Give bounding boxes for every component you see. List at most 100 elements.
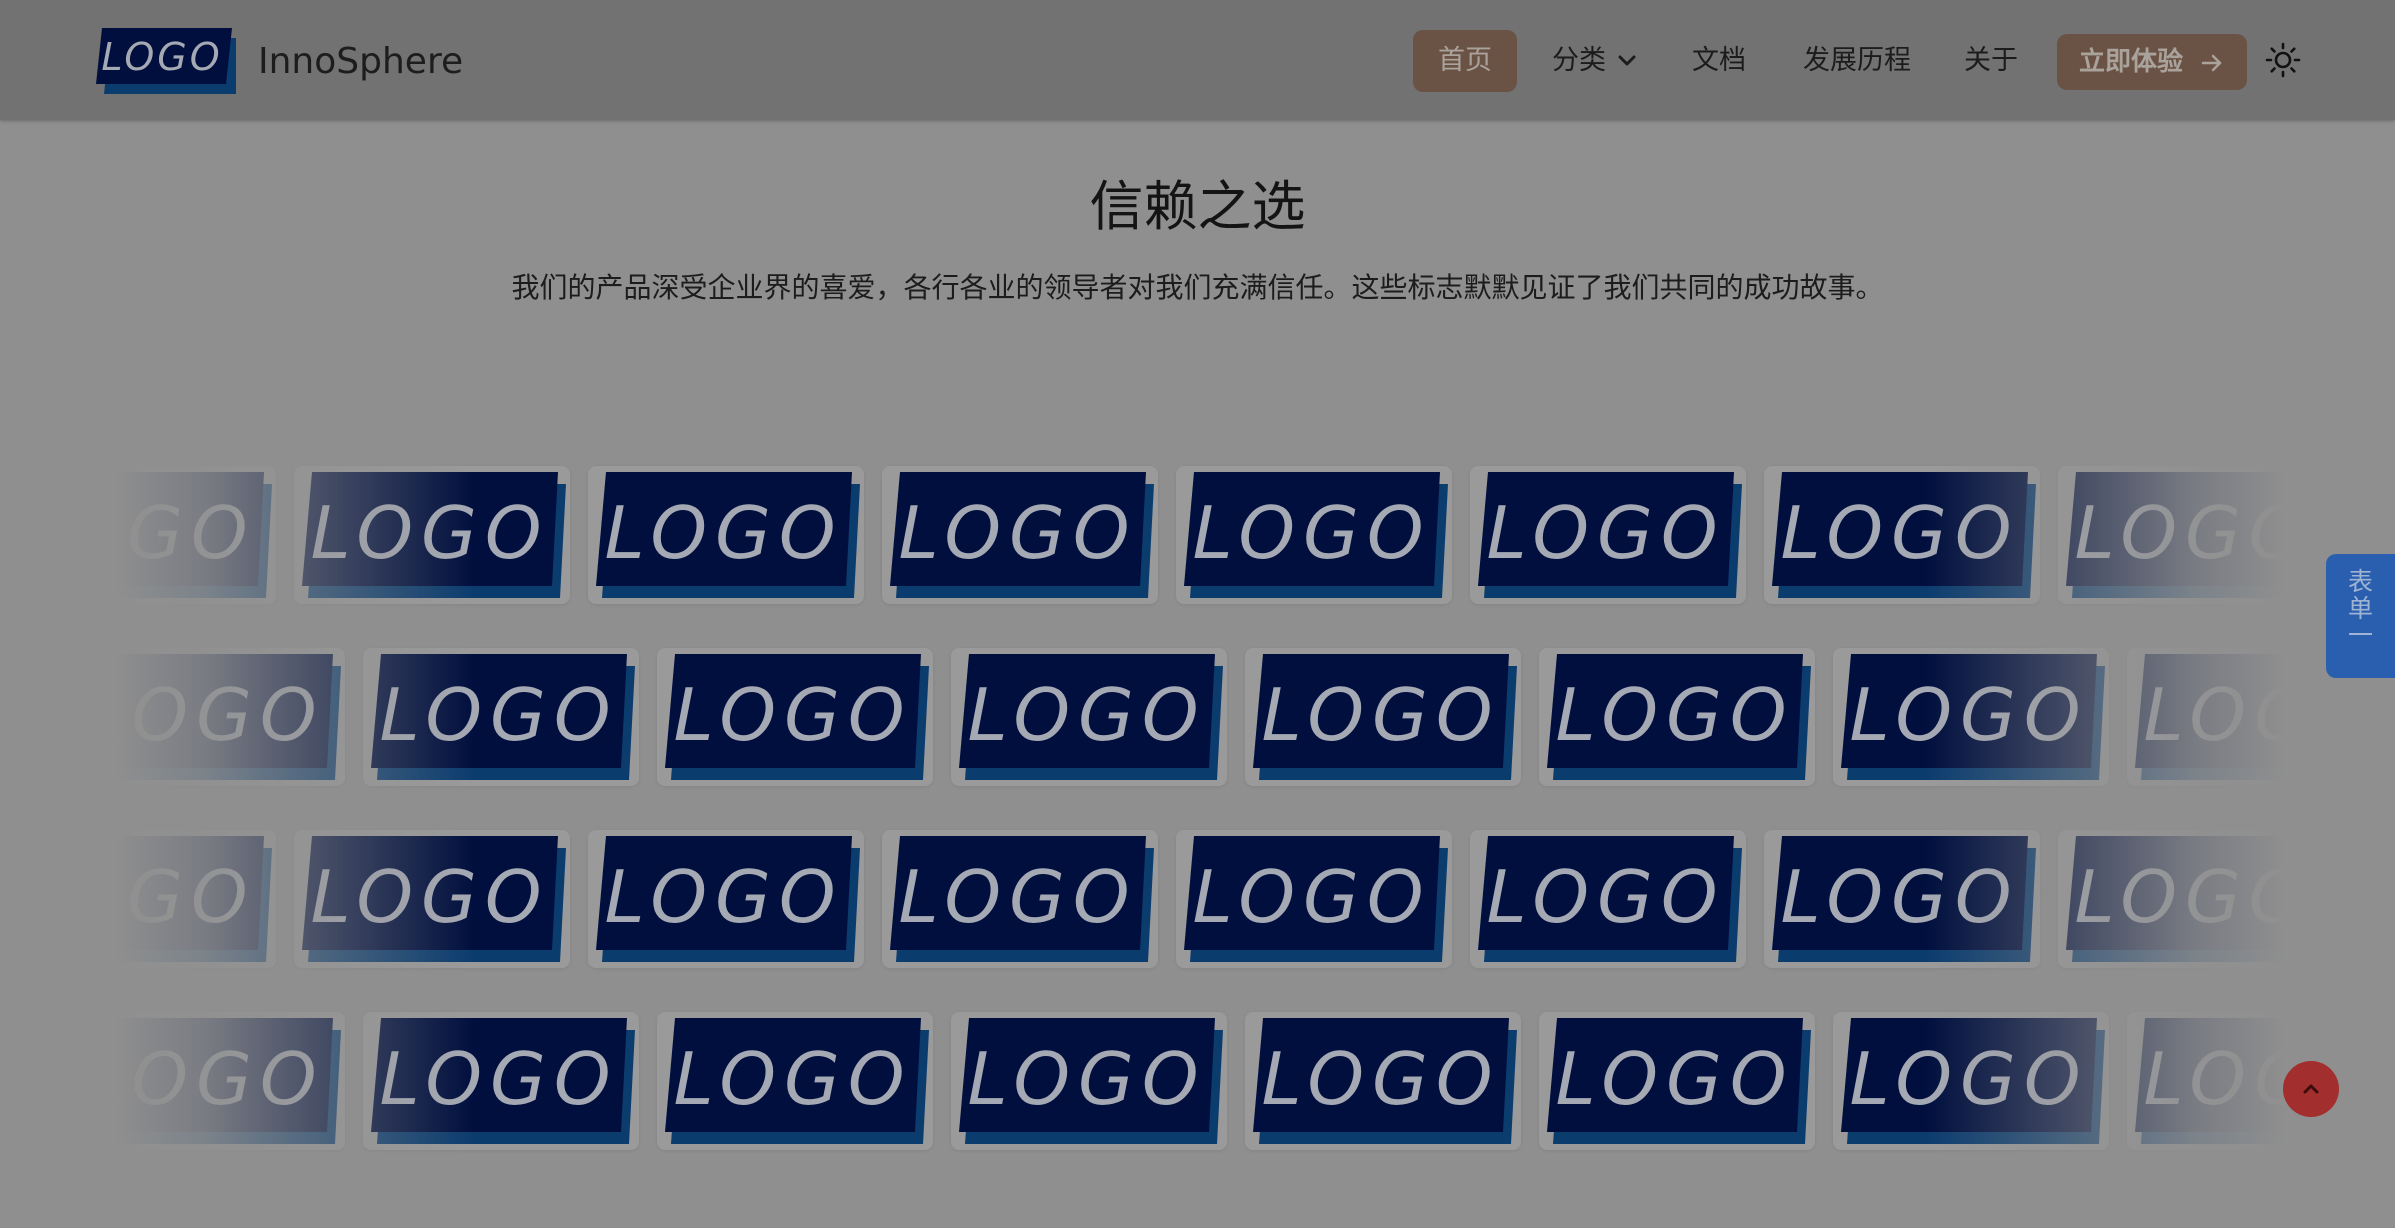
partner-logo-text: LOGO — [967, 673, 1206, 757]
partner-logo-card: LOGO — [115, 466, 276, 604]
partner-logo-card: LOGO — [363, 648, 639, 786]
partner-logo-icon: LOGO — [1184, 472, 1448, 598]
partner-logo-text: LOGO — [115, 673, 325, 757]
partner-logo-card: LOGO — [2127, 1012, 2285, 1150]
partner-logo-card: LOGO — [588, 830, 864, 968]
try-now-button[interactable]: 立即体验 — [2057, 34, 2247, 90]
brand-logo[interactable]: LOGO — [96, 28, 236, 94]
partner-logo-icon: LOGO — [665, 654, 929, 780]
partner-logo-card: LOGO — [294, 830, 570, 968]
brand-logo-text: LOGO — [101, 35, 222, 79]
partner-logo-text: LOGO — [2074, 855, 2285, 939]
partner-logo-text: LOGO — [1849, 1037, 2088, 1121]
side-tab-char: 表 — [2347, 567, 2373, 596]
partner-logo-text: LOGO — [115, 1037, 325, 1121]
partner-logo-icon: LOGO — [890, 472, 1154, 598]
section-subtitle: 我们的产品深受企业界的喜爱，各行各业的领导者对我们充满信任。这些标志默默见证了我… — [511, 271, 1884, 304]
partner-logo-card: LOGO — [115, 830, 276, 968]
partner-logo-icon: LOGO — [1184, 836, 1448, 962]
logo-wall: LOGO LOGO LOGO LOGO LOGO LOGO LOGO LOGO LOGO LOG… — [115, 450, 2285, 1170]
partner-logo-icon: LOGO — [115, 654, 341, 780]
partner-logo-icon: LOGO — [2066, 472, 2285, 598]
partner-logo-icon: LOGO — [1841, 654, 2105, 780]
partner-logo-text: LOGO — [379, 673, 618, 757]
side-tab-char: 一 — [2347, 621, 2373, 650]
partner-logo-text: LOGO — [1780, 855, 2019, 939]
partner-logo-icon: LOGO — [959, 654, 1223, 780]
partner-logo-text: LOGO — [1261, 673, 1500, 757]
partner-logo-icon: LOGO — [665, 1018, 929, 1144]
nav-about[interactable]: 关于 — [1964, 30, 2018, 92]
partner-logo-card: LOGO — [1470, 466, 1746, 604]
partner-logo-text: LOGO — [2143, 673, 2285, 757]
partner-logo-icon: LOGO — [1772, 836, 2036, 962]
partner-logo-text: LOGO — [115, 855, 256, 939]
partner-logo-card: LOGO — [1539, 1012, 1815, 1150]
partner-logo-text: LOGO — [1486, 491, 1725, 575]
nav-home[interactable]: 首页 — [1413, 30, 1517, 92]
partner-logo-icon: LOGO — [2135, 654, 2285, 780]
partner-logo-icon: LOGO — [1478, 836, 1742, 962]
partner-logo-icon: LOGO — [1253, 654, 1517, 780]
partner-logo-icon: LOGO — [302, 472, 566, 598]
nav-docs[interactable]: 文档 — [1692, 30, 1746, 92]
partner-logo-card: LOGO — [951, 1012, 1227, 1150]
partner-logo-icon: LOGO — [2135, 1018, 2285, 1144]
partner-logo-card: LOGO — [115, 1012, 345, 1150]
partner-logo-text: LOGO — [1780, 491, 2019, 575]
chevron-up-icon — [2303, 1084, 2319, 1094]
partner-logo-icon: LOGO — [115, 836, 272, 962]
partner-logo-text: LOGO — [2143, 1037, 2285, 1121]
page: LOGO InnoSphere 首页 分类 文档 发展历程 关于 立即体验 信赖… — [0, 0, 2395, 1228]
partner-logo-text: LOGO — [967, 1037, 1206, 1121]
section-title: 信赖之选 — [1089, 175, 1306, 238]
top-navbar: LOGO InnoSphere 首页 分类 文档 发展历程 关于 立即体验 — [0, 0, 2395, 120]
partner-logo-card: LOGO — [657, 648, 933, 786]
partner-logo-card: LOGO — [2127, 648, 2285, 786]
partner-logo-icon: LOGO — [1772, 472, 2036, 598]
partner-logo-icon: LOGO — [371, 654, 635, 780]
partner-logo-card: LOGO — [951, 648, 1227, 786]
logo-row: LOGO LOGO LOGO LOGO LOGO LOGO LOGO LOGO — [115, 830, 2285, 980]
partner-logo-card: LOGO — [882, 830, 1158, 968]
partner-logo-icon: LOGO — [115, 1018, 341, 1144]
partner-logo-icon: LOGO — [115, 472, 272, 598]
partner-logo-text: LOGO — [2074, 491, 2285, 575]
nav-category[interactable]: 分类 — [1552, 30, 1640, 92]
partner-logo-card: LOGO — [1833, 1012, 2109, 1150]
partner-logo-text: LOGO — [1555, 1037, 1794, 1121]
partner-logo-text: LOGO — [310, 491, 549, 575]
back-to-top-button[interactable] — [2283, 1061, 2339, 1117]
partner-logo-icon: LOGO — [596, 472, 860, 598]
partner-logo-card: LOGO — [1176, 830, 1452, 968]
logo-row: LOGO LOGO LOGO LOGO LOGO LOGO LOGO LOGO — [115, 1012, 2285, 1162]
partner-logo-card: LOGO — [2058, 466, 2285, 604]
partner-logo-icon: LOGO — [1547, 1018, 1811, 1144]
side-form-tab[interactable]: 表 单 一 — [2326, 554, 2395, 678]
partner-logo-card: LOGO — [1539, 648, 1815, 786]
partner-logo-icon: LOGO — [1253, 1018, 1517, 1144]
logo-row: LOGO LOGO LOGO LOGO LOGO LOGO LOGO LOGO — [115, 466, 2285, 616]
partner-logo-text: LOGO — [898, 855, 1137, 939]
partner-logo-card: LOGO — [1764, 830, 2040, 968]
logo-row: LOGO LOGO LOGO LOGO LOGO LOGO LOGO LOGO — [115, 648, 2285, 798]
partner-logo-icon: LOGO — [1841, 1018, 2105, 1144]
partner-logo-icon: LOGO — [1547, 654, 1811, 780]
partner-logo-text: LOGO — [604, 855, 843, 939]
brand-name[interactable]: InnoSphere — [258, 38, 463, 86]
sun-icon[interactable] — [2265, 42, 2301, 78]
partner-logo-card: LOGO — [1470, 830, 1746, 968]
nav-history[interactable]: 发展历程 — [1803, 30, 1911, 92]
nav-category-label: 分类 — [1552, 45, 1606, 76]
partner-logo-text: LOGO — [1192, 855, 1431, 939]
partner-logo-text: LOGO — [379, 1037, 618, 1121]
side-tab-char: 单 — [2347, 594, 2373, 623]
partner-logo-card: LOGO — [363, 1012, 639, 1150]
partner-logo-card: LOGO — [882, 466, 1158, 604]
partner-logo-card: LOGO — [2058, 830, 2285, 968]
partner-logo-icon: LOGO — [302, 836, 566, 962]
partner-logo-icon: LOGO — [1478, 472, 1742, 598]
partner-logo-text: LOGO — [673, 673, 912, 757]
partner-logo-text: LOGO — [1192, 491, 1431, 575]
partner-logo-icon: LOGO — [2066, 836, 2285, 962]
